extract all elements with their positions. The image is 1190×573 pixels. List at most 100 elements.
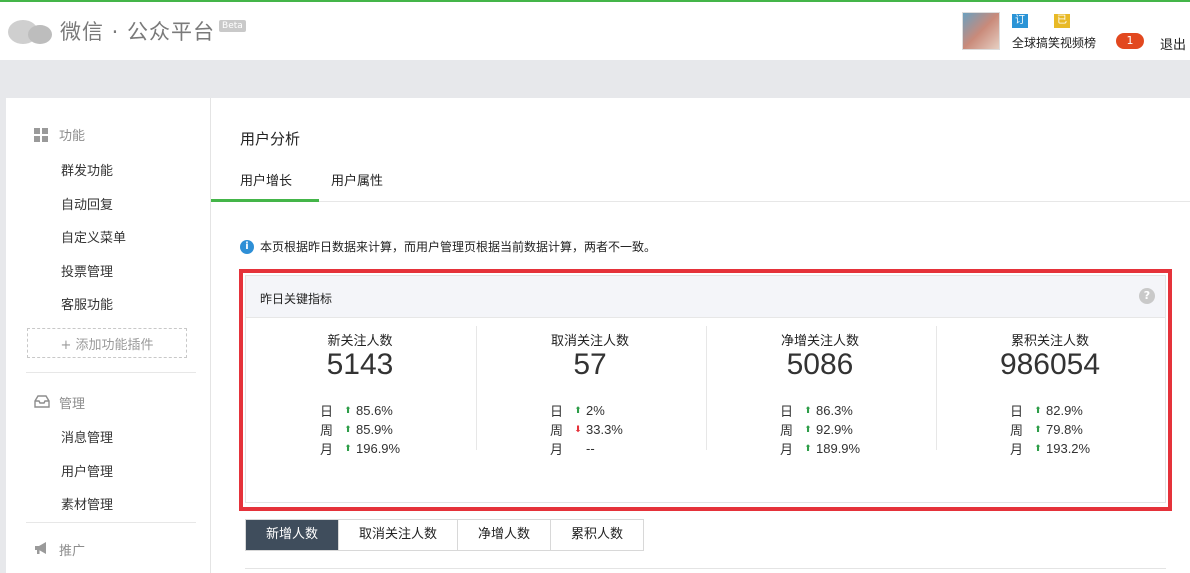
change-value: 79.8% xyxy=(1046,422,1083,437)
kpi-changes: 日 ⬆ 85.6% 周 ⬆ 85.9% 月 ⬆ 196.9% xyxy=(320,401,400,458)
beta-badge: Beta xyxy=(219,20,246,32)
kpi-panel: 昨日关键指标 ? 新关注人数 5143 日 ⬆ 85.6% 周 ⬆ 85.9% 月 ⬆ 19… xyxy=(245,275,1166,503)
kpi-title: 昨日关键指标 xyxy=(260,292,333,306)
inbox-icon xyxy=(34,394,50,412)
change-value: -- xyxy=(586,441,595,456)
section-promote: 推广 xyxy=(34,540,85,559)
sidebar-divider xyxy=(26,372,196,373)
arrow-up-icon: ⬆ xyxy=(344,443,352,453)
sidebar-item-customer-service[interactable]: 客服功能 xyxy=(61,294,113,313)
main-container: 功能 群发功能 自动回复 自定义菜单 投票管理 客服功能 + 添加功能插件 管理… xyxy=(6,98,1190,573)
metric-tab-new[interactable]: 新增人数 xyxy=(246,520,339,550)
kpi-change-month: 月 ⬆ 189.9% xyxy=(780,439,860,458)
kpi-label: 净增关注人数 xyxy=(780,334,859,349)
kpi-value: 57 xyxy=(573,348,607,381)
add-plugin-button[interactable]: + 添加功能插件 xyxy=(27,328,187,358)
sidebar-item-messages[interactable]: 消息管理 xyxy=(61,427,113,446)
kpi-change-week: 周 ⬆ 85.9% xyxy=(320,420,400,439)
tab-bar: 用户增长 用户属性 xyxy=(211,158,1190,202)
kpi-net-followers: 净增关注人数 5086 日 ⬆ 86.3% 周 ⬆ 92.9% 月 ⬆ 189.9% xyxy=(706,318,934,504)
arrow-down-icon: ⬇ xyxy=(574,424,582,434)
content-area: 用户分析 用户增长 用户属性 i 本页根据昨日数据来计算，而用户管理页根据当前数… xyxy=(211,98,1190,573)
info-icon: i xyxy=(240,239,254,254)
change-value: 85.6% xyxy=(356,403,393,418)
kpi-label: 累积关注人数 xyxy=(1010,334,1089,349)
section-manage-label: 管理 xyxy=(59,397,86,412)
change-value: 2% xyxy=(586,403,605,418)
period-label: 月 xyxy=(550,442,564,457)
arrow-up-icon: ⬆ xyxy=(574,405,582,415)
sidebar-item-mass-send[interactable]: 群发功能 xyxy=(61,160,113,179)
change-value: 189.9% xyxy=(816,441,861,456)
arrow-up-icon: ⬆ xyxy=(344,405,352,415)
kpi-change-day: 日 ⬆ 86.3% xyxy=(780,401,860,420)
avatar[interactable] xyxy=(962,12,1000,50)
kpi-change-day: 日 ⬆ 85.6% xyxy=(320,401,400,420)
arrow-up-icon: ⬆ xyxy=(1034,405,1042,415)
period-label: 日 xyxy=(1010,404,1024,419)
period-label: 日 xyxy=(550,404,564,419)
notification-badge[interactable]: 1 xyxy=(1116,33,1144,49)
kpi-changes: 日 ⬆ 2% 周 ⬇ 33.3% 月 -- xyxy=(550,401,623,458)
kpi-value: 5086 xyxy=(786,348,854,381)
period-label: 日 xyxy=(320,404,334,419)
sidebar-item-custom-menu[interactable]: 自定义菜单 xyxy=(61,227,126,246)
active-tab-indicator xyxy=(211,199,319,202)
period-label: 周 xyxy=(780,423,794,438)
sidebar-item-auto-reply[interactable]: 自动回复 xyxy=(61,194,113,213)
kpi-change-month: 月 ⬆ 196.9% xyxy=(320,439,400,458)
arrow-up-icon: ⬆ xyxy=(344,424,352,434)
kpi-change-day: 日 ⬆ 2% xyxy=(550,401,623,420)
section-features-label: 功能 xyxy=(59,129,86,144)
app-title: 微信 · 公众平台 xyxy=(60,20,216,44)
period-label: 月 xyxy=(1010,442,1024,457)
sidebar-divider xyxy=(26,522,196,523)
account-name[interactable]: 全球搞笑视频榜 xyxy=(1012,34,1096,51)
megaphone-icon xyxy=(34,541,50,559)
section-features: 功能 xyxy=(34,125,85,144)
period-label: 月 xyxy=(780,442,794,457)
kpi-changes: 日 ⬆ 82.9% 周 ⬆ 79.8% 月 ⬆ 193.2% xyxy=(1010,401,1090,458)
kpi-new-followers: 新关注人数 5143 日 ⬆ 85.6% 周 ⬆ 85.9% 月 ⬆ 196.9% xyxy=(246,318,474,504)
page-title: 用户分析 xyxy=(240,130,301,148)
metric-tab-unfollow[interactable]: 取消关注人数 xyxy=(338,520,458,550)
tab-user-attributes[interactable]: 用户属性 xyxy=(331,170,383,189)
section-promote-label: 推广 xyxy=(59,544,86,559)
kpi-value: 986054 xyxy=(999,348,1101,381)
kpi-change-month: 月 -- xyxy=(550,439,623,458)
kpi-unfollowers: 取消关注人数 57 日 ⬆ 2% 周 ⬇ 33.3% 月 -- xyxy=(476,318,704,504)
tab-user-growth[interactable]: 用户增长 xyxy=(240,170,292,189)
kpi-change-month: 月 ⬆ 193.2% xyxy=(1010,439,1090,458)
kpi-change-week: 周 ⬇ 33.3% xyxy=(550,420,623,439)
period-label: 周 xyxy=(550,423,564,438)
kpi-header: 昨日关键指标 ? xyxy=(246,276,1165,318)
change-value: 85.9% xyxy=(356,422,393,437)
logout-link[interactable]: 退出 xyxy=(1160,34,1186,53)
sidebar-item-votes[interactable]: 投票管理 xyxy=(61,261,113,280)
change-value: 92.9% xyxy=(816,422,853,437)
help-icon[interactable]: ? xyxy=(1139,288,1155,304)
sidebar-item-materials[interactable]: 素材管理 xyxy=(61,494,113,513)
period-label: 周 xyxy=(320,423,334,438)
kpi-label: 取消关注人数 xyxy=(550,334,629,349)
change-value: 193.2% xyxy=(1046,441,1091,456)
metric-tab-cumulative[interactable]: 累积人数 xyxy=(550,520,644,550)
change-value: 196.9% xyxy=(356,441,401,456)
wechat-bubbles-icon xyxy=(8,16,56,46)
arrow-up-icon: ⬆ xyxy=(804,424,812,434)
period-label: 月 xyxy=(320,442,334,457)
info-notice: i 本页根据昨日数据来计算，而用户管理页根据当前数据计算，两者不一致。 xyxy=(240,238,656,255)
change-value: 33.3% xyxy=(586,422,623,437)
period-label: 日 xyxy=(780,404,794,419)
subscription-tag: 订阅号 xyxy=(1012,14,1028,54)
wechat-logo[interactable]: 微信 · 公众平台 Beta xyxy=(8,16,246,46)
verified-tag: 已认证 xyxy=(1054,14,1070,54)
metric-tabs: 新增人数 取消关注人数 净增人数 累积人数 xyxy=(245,519,645,551)
kpi-label: 新关注人数 xyxy=(327,334,393,349)
metric-tab-net[interactable]: 净增人数 xyxy=(457,520,551,550)
sidebar-item-users[interactable]: 用户管理 xyxy=(61,461,113,480)
kpi-total-followers: 累积关注人数 986054 日 ⬆ 82.9% 周 ⬆ 79.8% 月 ⬆ 193.2% xyxy=(936,318,1164,504)
sidebar: 功能 群发功能 自动回复 自定义菜单 投票管理 客服功能 + 添加功能插件 管理… xyxy=(6,98,211,573)
kpi-change-week: 周 ⬆ 79.8% xyxy=(1010,420,1090,439)
chart-area-top xyxy=(245,568,1166,569)
